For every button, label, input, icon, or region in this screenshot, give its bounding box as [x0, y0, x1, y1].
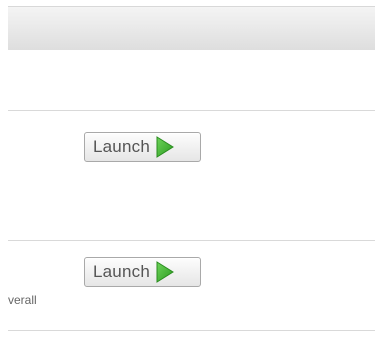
row-divider — [8, 330, 375, 331]
table-row: Launch — [8, 111, 375, 240]
launch-button[interactable]: Launch — [84, 132, 201, 162]
page: Launch Launch verall — [0, 0, 375, 352]
launch-button-label: Launch — [93, 262, 150, 281]
row-description: verall — [8, 293, 37, 307]
play-icon — [156, 136, 174, 158]
table-header-bar — [8, 6, 375, 50]
table-row: Launch verall — [8, 241, 375, 330]
launch-button-label: Launch — [93, 137, 150, 156]
launch-button[interactable]: Launch — [84, 257, 201, 287]
play-icon — [156, 261, 174, 283]
